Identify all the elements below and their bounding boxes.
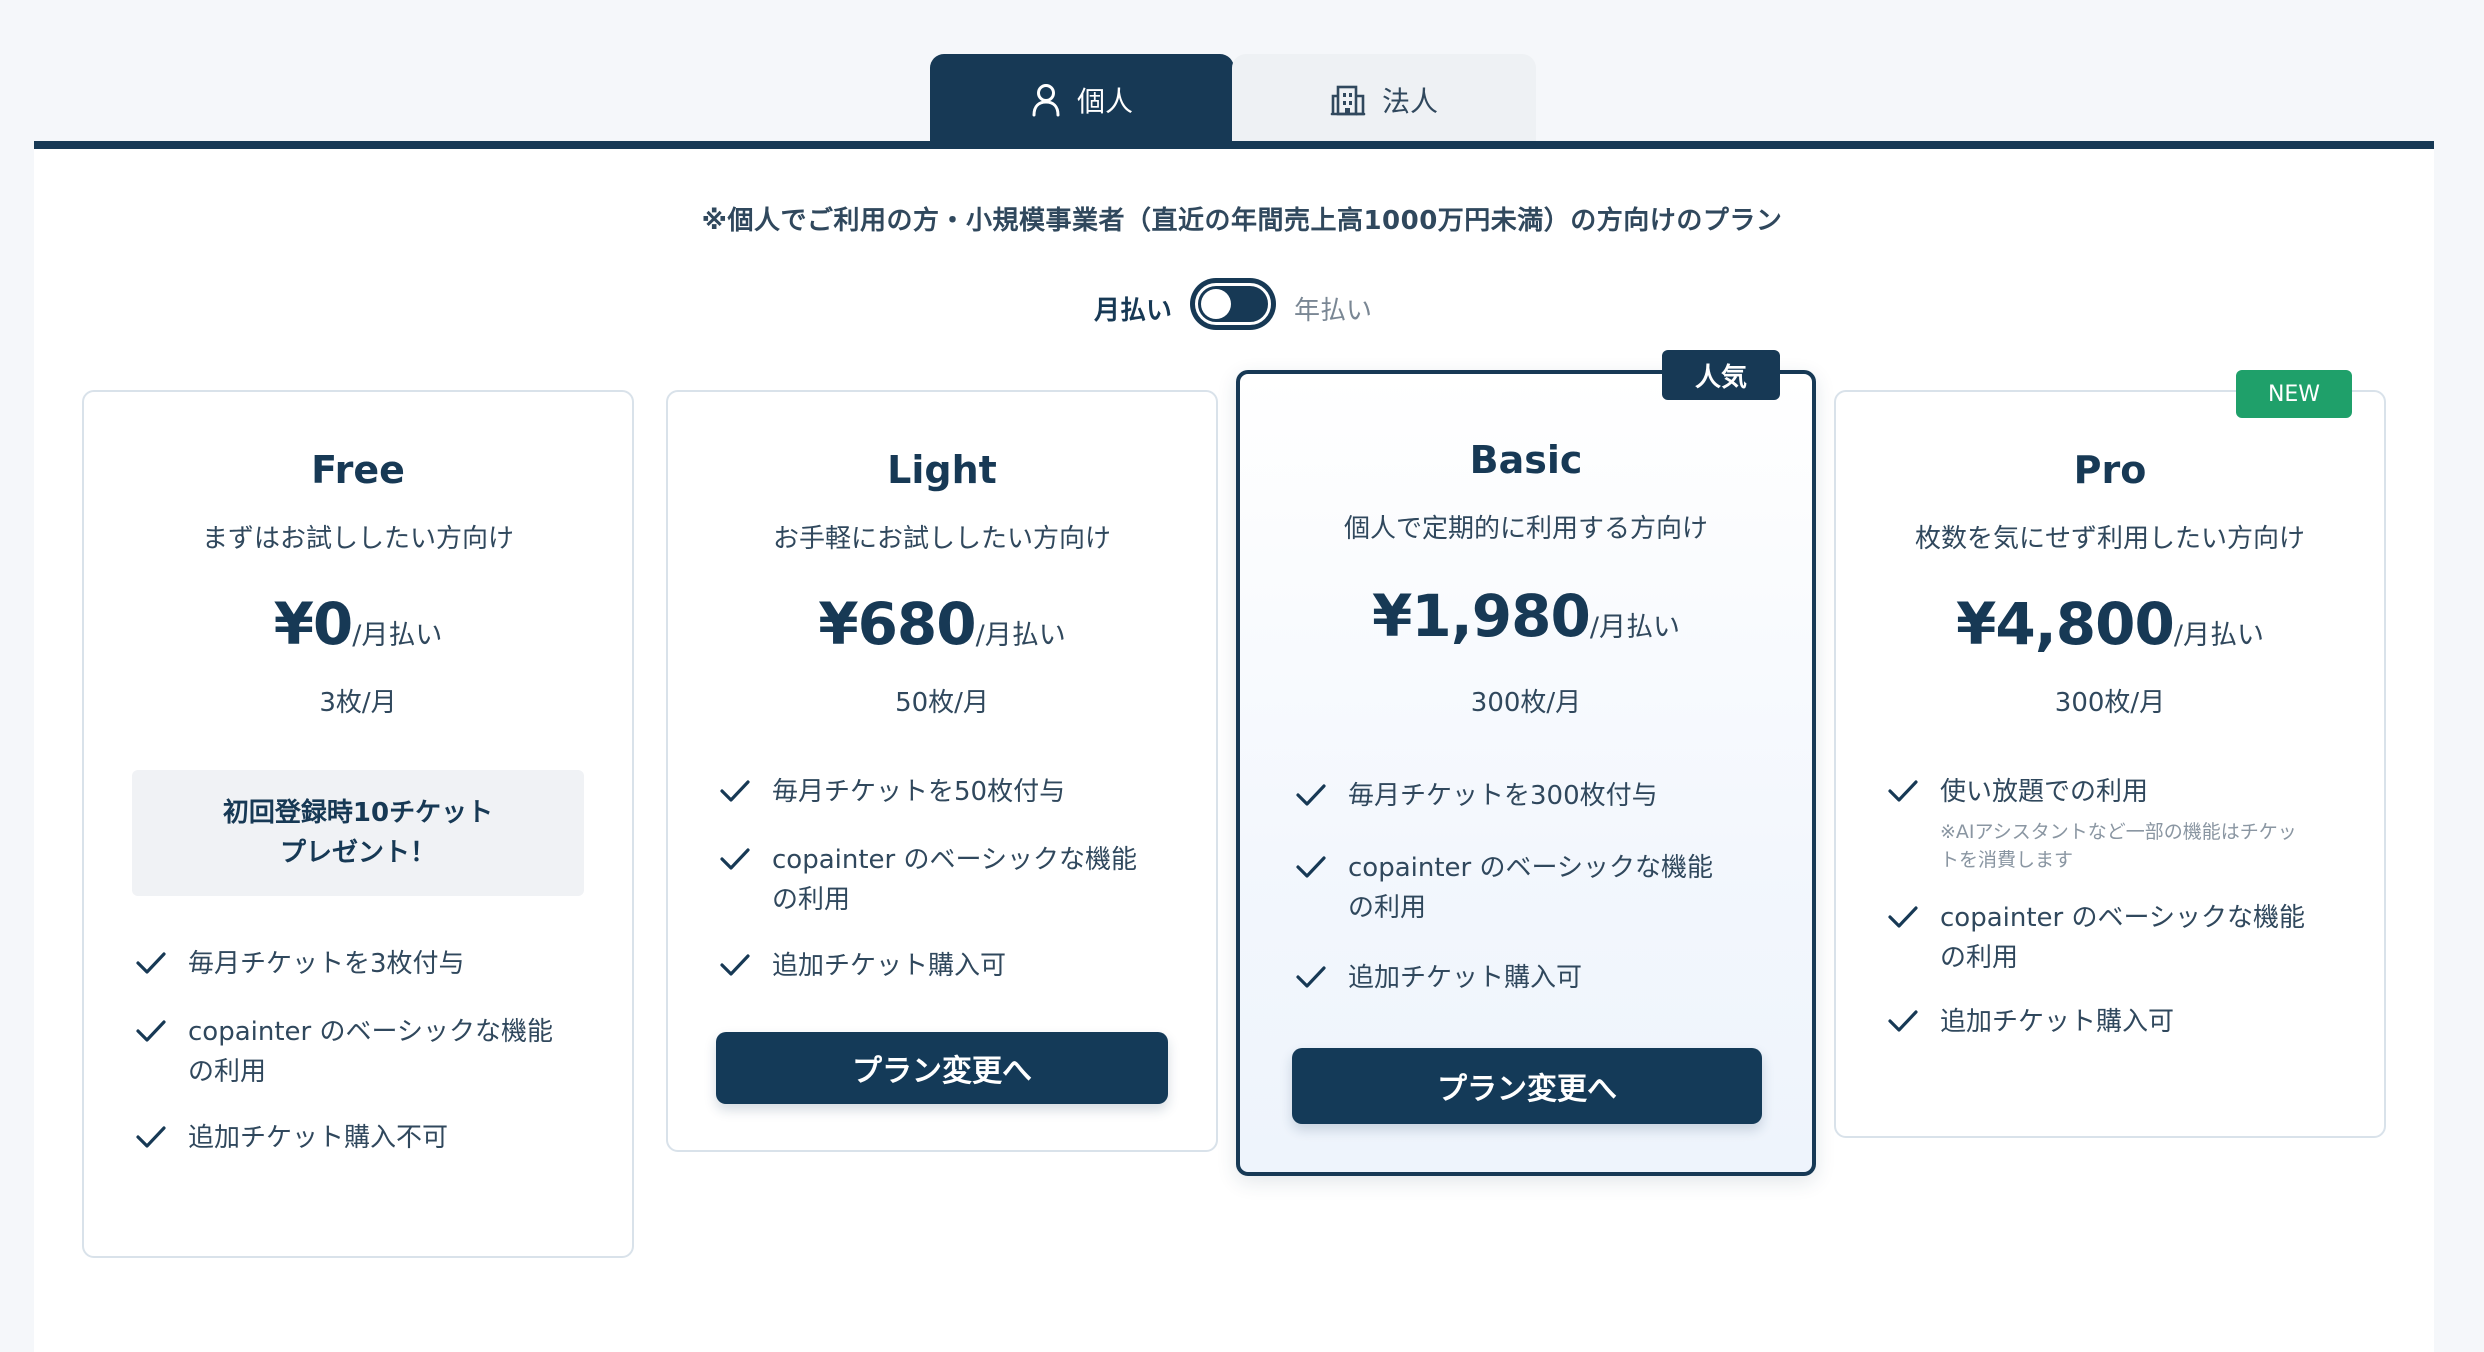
feature-item: 追加チケット購入可 <box>1294 958 1792 998</box>
plan-card-basic: 人気 Basic 個人で定期的に利用する方向け ¥1,980/月払い 300枚/… <box>1236 350 1816 1176</box>
check-icon <box>1888 906 1918 928</box>
gift-text-line1: 初回登録時10チケット <box>222 798 494 828</box>
feature-item: 毎月チケットを3枚付与 <box>134 944 612 984</box>
plan-price-row: ¥0/月払い <box>84 590 632 658</box>
plan-price: ¥0 <box>273 590 354 658</box>
new-badge: NEW <box>2236 370 2352 418</box>
feature-text: 使い放題での利用 <box>1940 777 2149 807</box>
plan-name: Light <box>887 448 997 492</box>
plan-period: /月払い <box>352 620 443 651</box>
feature-item: copainter のベーシックな機能 の利用 <box>1886 898 2364 978</box>
tab-corporate-label: 法人 <box>1381 85 1438 118</box>
feature-text: 追加チケット購入可 <box>1348 963 1583 993</box>
check-icon <box>1888 1010 1918 1032</box>
feature-text-line1: copainter のベーシックな機能 <box>1940 903 2305 933</box>
plan-card-light: Light お手軽にお試ししたい方向け ¥680/月払い 50枚/月 毎月チケッ… <box>666 390 1218 1152</box>
building-icon <box>1330 85 1366 116</box>
gift-text-line2: プレゼント！ <box>279 838 436 868</box>
popular-badge: 人気 <box>1662 350 1780 400</box>
feature-item: copainter のベーシックな機能 の利用 <box>718 840 1196 920</box>
plan-type-tabs: 個人 法人 <box>930 54 1536 146</box>
plan-notice: ※個人でご利用の方・小規模事業者（直近の年間売上高1000万円未満）の方向けのプ… <box>701 206 1783 236</box>
feature-note-line1: ※AIアシスタントなど一部の機能はチケッ <box>1940 821 2297 843</box>
feature-text-line2: の利用 <box>188 1057 267 1087</box>
yearly-label[interactable]: 年払い <box>1294 290 1394 327</box>
plan-price-row: ¥1,980/月払い <box>1240 582 1812 650</box>
plan-name: Basic <box>1469 438 1583 482</box>
check-icon <box>720 780 750 802</box>
feature-text-line1: copainter のベーシックな機能 <box>772 845 1137 875</box>
check-icon <box>1888 780 1918 802</box>
feature-item: 追加チケット購入不可 <box>134 1118 612 1158</box>
billing-toggle[interactable] <box>1190 278 1276 330</box>
feature-text-line2: の利用 <box>1348 893 1427 923</box>
feature-text-line2: の利用 <box>772 885 851 915</box>
feature-text: 毎月チケットを50枚付与 <box>772 777 1066 807</box>
plan-quota: 3枚/月 <box>319 688 397 718</box>
change-plan-button[interactable]: プラン変更へ <box>716 1032 1168 1104</box>
signup-gift-box: 初回登録時10チケット プレゼント！ <box>132 770 584 896</box>
tab-individual[interactable]: 個人 <box>930 54 1234 146</box>
feature-item: copainter のベーシックな機能 の利用 <box>1294 848 1792 928</box>
plan-card-pro: NEW Pro 枚数を気にせず利用したい方向け ¥4,800/月払い 300枚/… <box>1834 370 2386 1138</box>
tab-corporate[interactable]: 法人 <box>1232 54 1536 146</box>
feature-item: 追加チケット購入可 <box>718 946 1196 986</box>
plan-period: /月払い <box>1589 612 1680 643</box>
feature-text: 追加チケット購入不可 <box>188 1123 449 1153</box>
billing-toggle-knob <box>1201 289 1231 319</box>
feature-item: 追加チケット購入可 <box>1886 1002 2364 1042</box>
feature-text: 追加チケット購入可 <box>1940 1007 2175 1037</box>
tab-underline <box>34 141 2434 149</box>
tab-individual-label: 個人 <box>1076 85 1133 118</box>
plan-description: 枚数を気にせず利用したい方向け <box>1914 524 2305 554</box>
plan-description: 個人で定期的に利用する方向け <box>1343 514 1708 544</box>
plan-price: ¥1,980 <box>1372 582 1591 650</box>
feature-item: 毎月チケットを300枚付与 <box>1294 776 1792 816</box>
billing-toggle-track <box>1195 283 1271 325</box>
feature-text: 追加チケット購入可 <box>772 951 1007 981</box>
feature-text-line2: の利用 <box>1940 943 2019 973</box>
plan-price: ¥4,800 <box>1956 590 2175 658</box>
check-icon <box>1296 966 1326 988</box>
check-icon <box>720 954 750 976</box>
feature-item: 毎月チケットを50枚付与 <box>718 772 1196 812</box>
plan-name: Free <box>311 448 405 492</box>
person-icon <box>1032 84 1060 117</box>
plan-quota: 300枚/月 <box>1470 688 1582 718</box>
monthly-label[interactable]: 月払い <box>1092 290 1172 327</box>
change-plan-button[interactable]: プラン変更へ <box>1292 1048 1762 1124</box>
plan-period: /月払い <box>975 620 1066 651</box>
plan-quota: 300枚/月 <box>2054 688 2166 718</box>
plan-quota: 50枚/月 <box>895 688 989 718</box>
check-icon <box>720 848 750 870</box>
check-icon <box>136 1126 166 1148</box>
plan-price-row: ¥680/月払い <box>668 590 1216 658</box>
check-icon <box>1296 784 1326 806</box>
plan-period: /月払い <box>2173 620 2264 651</box>
plan-name: Pro <box>2073 448 2147 492</box>
feature-text: 毎月チケットを3枚付与 <box>188 949 465 979</box>
feature-note-line2: トを消費します <box>1940 849 2074 871</box>
feature-text-line1: copainter のベーシックな機能 <box>188 1017 553 1047</box>
plan-description: お手軽にお試ししたい方向け <box>772 524 1111 554</box>
billing-cycle-switch: 月払い 年払い <box>1092 278 1392 338</box>
plan-price: ¥680 <box>818 590 976 658</box>
plan-card-free: Free まずはお試ししたい方向け ¥0/月払い 3枚/月 初回登録時10チケッ… <box>82 390 634 1258</box>
check-icon <box>136 952 166 974</box>
plan-description: まずはお試ししたい方向け <box>201 524 514 554</box>
check-icon <box>1296 856 1326 878</box>
check-icon <box>136 1020 166 1042</box>
feature-item: copainter のベーシックな機能 の利用 <box>134 1012 612 1092</box>
feature-text-line1: copainter のベーシックな機能 <box>1348 853 1713 883</box>
feature-text: 毎月チケットを300枚付与 <box>1348 781 1658 811</box>
plan-price-row: ¥4,800/月払い <box>1836 590 2384 658</box>
feature-item: 使い放題での利用 ※AIアシスタントなど一部の機能はチケッ トを消費します <box>1886 772 2364 874</box>
